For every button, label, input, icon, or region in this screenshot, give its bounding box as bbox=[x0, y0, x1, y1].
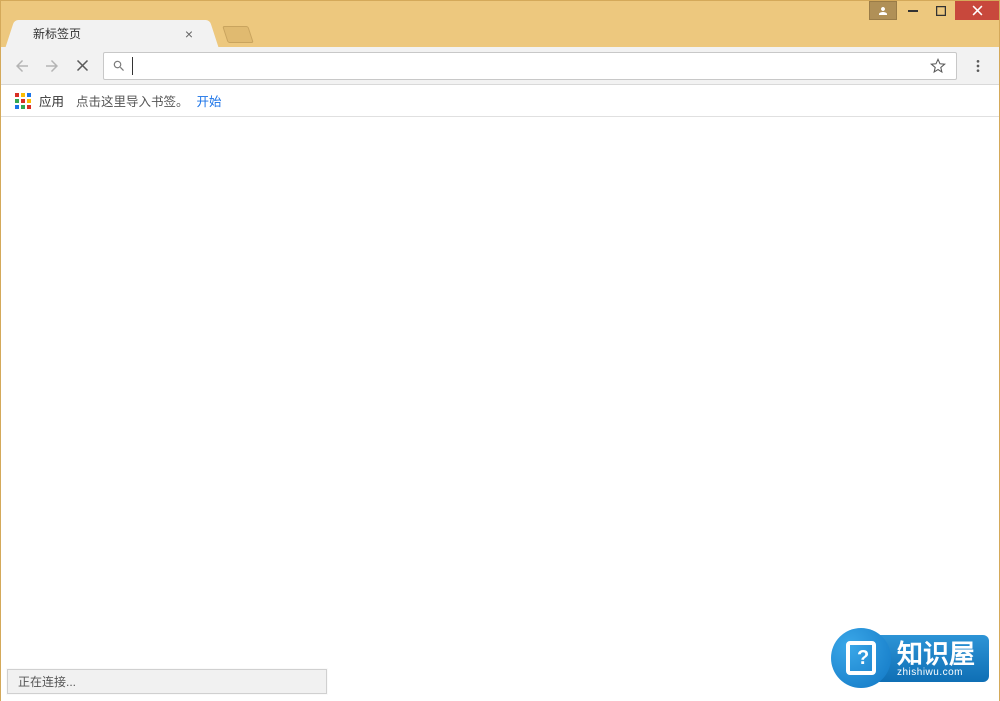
star-icon bbox=[930, 58, 946, 74]
stop-reload-button[interactable] bbox=[69, 53, 95, 79]
apps-label[interactable]: 应用 bbox=[39, 91, 64, 110]
close-icon bbox=[972, 5, 983, 16]
apps-grid-icon[interactable] bbox=[15, 93, 31, 109]
search-icon bbox=[112, 59, 126, 73]
watermark-title: 知识屋 bbox=[897, 641, 975, 667]
maximize-button[interactable] bbox=[927, 1, 955, 20]
arrow-left-icon bbox=[13, 57, 31, 75]
tab-strip: 新标签页 × bbox=[1, 20, 999, 47]
stop-icon bbox=[75, 58, 90, 73]
import-start-link[interactable]: 开始 bbox=[197, 91, 222, 110]
bookmark-bar: 应用 点击这里导入书签。 开始 bbox=[1, 85, 999, 117]
back-button[interactable] bbox=[9, 53, 35, 79]
minimize-button[interactable] bbox=[899, 1, 927, 20]
import-bookmarks-hint: 点击这里导入书签。 bbox=[76, 91, 189, 110]
status-bar: 正在连接... bbox=[7, 669, 327, 694]
address-bar[interactable] bbox=[103, 52, 957, 80]
tab-close-button[interactable]: × bbox=[181, 26, 197, 42]
status-text: 正在连接... bbox=[18, 675, 76, 689]
window-titlebar bbox=[1, 1, 999, 20]
maximize-icon bbox=[936, 6, 946, 16]
bookmark-star-button[interactable] bbox=[928, 56, 948, 76]
watermark-logo: 知识屋 zhishiwu.com bbox=[821, 628, 989, 688]
forward-button[interactable] bbox=[39, 53, 65, 79]
kebab-menu-icon bbox=[970, 58, 986, 74]
new-tab-button[interactable] bbox=[222, 26, 254, 43]
page-content bbox=[1, 117, 999, 701]
watermark-icon bbox=[831, 628, 891, 688]
person-icon bbox=[877, 5, 889, 17]
minimize-icon bbox=[908, 6, 918, 16]
tab-title: 新标签页 bbox=[33, 25, 181, 42]
profile-button[interactable] bbox=[869, 1, 897, 20]
navigation-toolbar bbox=[1, 47, 999, 85]
chrome-menu-button[interactable] bbox=[965, 53, 991, 79]
arrow-right-icon bbox=[43, 57, 61, 75]
omnibox-input[interactable] bbox=[133, 55, 928, 77]
browser-tab[interactable]: 新标签页 × bbox=[17, 20, 207, 47]
window-controls bbox=[869, 1, 999, 20]
close-window-button[interactable] bbox=[955, 1, 999, 20]
